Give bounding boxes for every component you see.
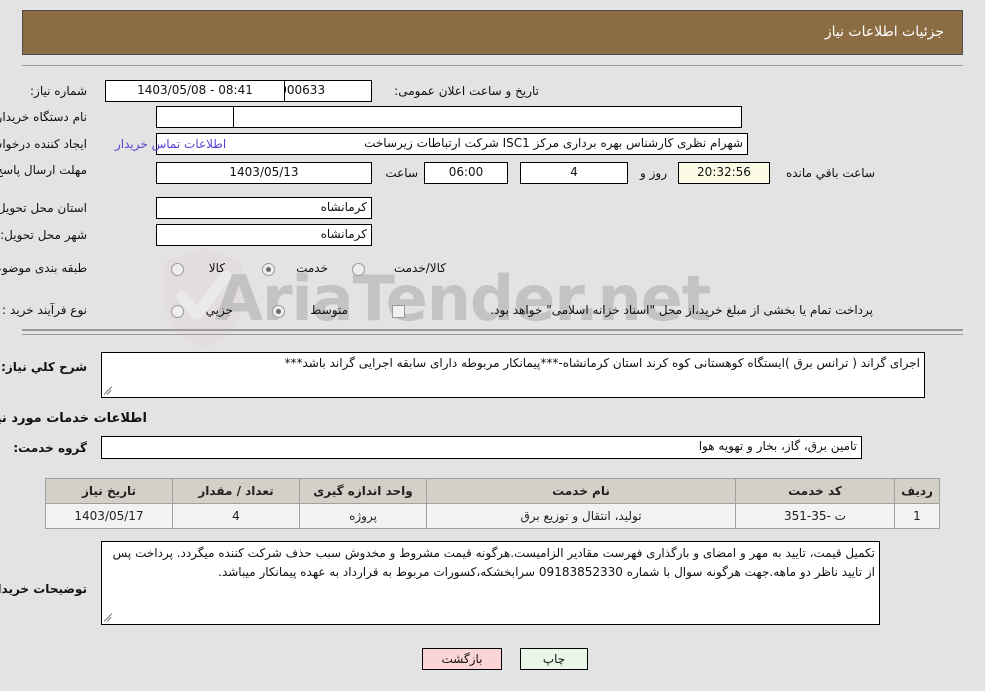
radio-category-kala-khedmat[interactable]	[352, 263, 365, 276]
public-announce-label: تاریخ و ساعت اعلان عمومی:	[394, 84, 539, 98]
remaining-days-label: روز و	[640, 166, 667, 180]
radio-category-kala-khedmat-label: کالا/خدمت	[393, 261, 446, 275]
radio-process-motevaset-label: متوسط	[310, 303, 348, 317]
th-quantity: تعداد / مقدار	[172, 478, 300, 504]
general-desc-textarea[interactable]: اجرای گراند ( ترانس برق )ایستگاه کوهستان…	[101, 352, 925, 398]
province-field[interactable]: کرمانشاه	[156, 197, 372, 219]
radio-process-motevaset[interactable]	[272, 305, 285, 318]
table-header-row: ردیف کد خدمت نام خدمت واحد اندازه گیری ت…	[45, 478, 940, 504]
buyer-contact-link[interactable]: اطلاعات تماس خریدار	[115, 137, 226, 151]
cell-code: ت -35-351	[735, 503, 895, 529]
need-number-label: شماره نیاز:	[30, 84, 87, 98]
deadline-hour-field[interactable]: 06:00	[424, 162, 508, 184]
requester-label: ایجاد کننده درخواست:	[0, 137, 87, 151]
panel-divider-2	[22, 334, 963, 335]
radio-category-khedmat[interactable]	[262, 263, 275, 276]
deadline-date-field[interactable]: 1403/05/13	[156, 162, 372, 184]
service-group-field[interactable]: تامین برق، گاز، بخار و تهویه هوا	[101, 436, 862, 459]
process-label: نوع فرآیند خرید :	[2, 303, 87, 317]
buyer-org-label: نام دستگاه خریدار:	[0, 110, 87, 124]
buyer-notes-label: توضیحات خریدار:	[0, 582, 87, 596]
buyer-org-field-secondary[interactable]	[233, 106, 742, 128]
remaining-time-label: ساعت باقي مانده	[785, 166, 875, 180]
resize-grip-icon[interactable]	[104, 387, 113, 396]
print-button[interactable]: چاپ	[520, 648, 588, 670]
th-need-date: تاریخ نیاز	[45, 478, 173, 504]
page-title: جزئیات اطلاعات نیاز	[824, 24, 944, 40]
th-index: ردیف	[894, 478, 940, 504]
radio-category-khedmat-label: خدمت	[296, 261, 328, 275]
remaining-time-field: 20:32:56	[678, 162, 770, 184]
general-desc-text: اجرای گراند ( ترانس برق )ایستگاه کوهستان…	[284, 356, 920, 370]
services-heading: اطلاعات خدمات مورد نیاز	[0, 411, 147, 426]
radio-category-kala-label: کالا	[208, 261, 225, 275]
resize-grip-icon-2[interactable]	[104, 614, 113, 623]
radio-process-jozii-label: جزیي	[205, 303, 233, 317]
radio-process-jozii[interactable]	[171, 305, 184, 318]
th-name: نام خدمت	[426, 478, 736, 504]
cell-name: تولید، انتقال و توزیع برق	[426, 503, 736, 529]
cell-index: 1	[894, 503, 940, 529]
remaining-days-field[interactable]: 4	[520, 162, 628, 184]
table-row[interactable]: 1 ت -35-351 تولید، انتقال و توزیع برق پر…	[45, 503, 940, 529]
deadline-hour-label: ساعت	[385, 166, 418, 180]
back-button[interactable]: بازگشت	[422, 648, 502, 670]
radio-category-kala[interactable]	[171, 263, 184, 276]
general-desc-label: شرح کلي نیاز:	[1, 360, 87, 374]
islamic-treasury-text: پرداخت تمام یا بخشی از مبلغ خرید،از محل …	[490, 303, 873, 317]
city-label: شهر محل تحویل:	[0, 228, 87, 242]
city-field[interactable]: کرمانشاه	[156, 224, 372, 246]
th-unit: واحد اندازه گیری	[299, 478, 427, 504]
service-group-label: گروه خدمت:	[13, 441, 87, 455]
checkbox-islamic-treasury[interactable]	[392, 305, 405, 318]
buyer-notes-textarea[interactable]: تکمیل قیمت، تایید به مهر و امضای و بارگذ…	[101, 541, 880, 625]
cell-unit: پروژه	[299, 503, 427, 529]
th-code: کد خدمت	[735, 478, 895, 504]
cell-need-date: 1403/05/17	[45, 503, 173, 529]
window-titlebar: جزئیات اطلاعات نیاز	[22, 10, 963, 55]
province-label: استان محل تحویل:	[0, 201, 87, 215]
category-label: طبقه بندی موضوعی:	[0, 261, 87, 275]
requester-field[interactable]: شهرام نظری کارشناس بهره برداری مرکز ISC1…	[156, 133, 748, 155]
public-announce-field[interactable]: 08:41 - 1403/05/08	[105, 80, 285, 102]
deadline-label: مهلت ارسال پاسخ: تا تاریخ:	[0, 163, 87, 178]
cell-quantity: 4	[172, 503, 300, 529]
services-table: ردیف کد خدمت نام خدمت واحد اندازه گیری ت…	[45, 478, 940, 529]
buyer-notes-text: تکمیل قیمت، تایید به مهر و امضای و بارگذ…	[112, 546, 875, 579]
deadline-label-text: مهلت ارسال پاسخ: تا تاریخ:	[0, 163, 87, 177]
panel-divider-1	[22, 330, 963, 331]
